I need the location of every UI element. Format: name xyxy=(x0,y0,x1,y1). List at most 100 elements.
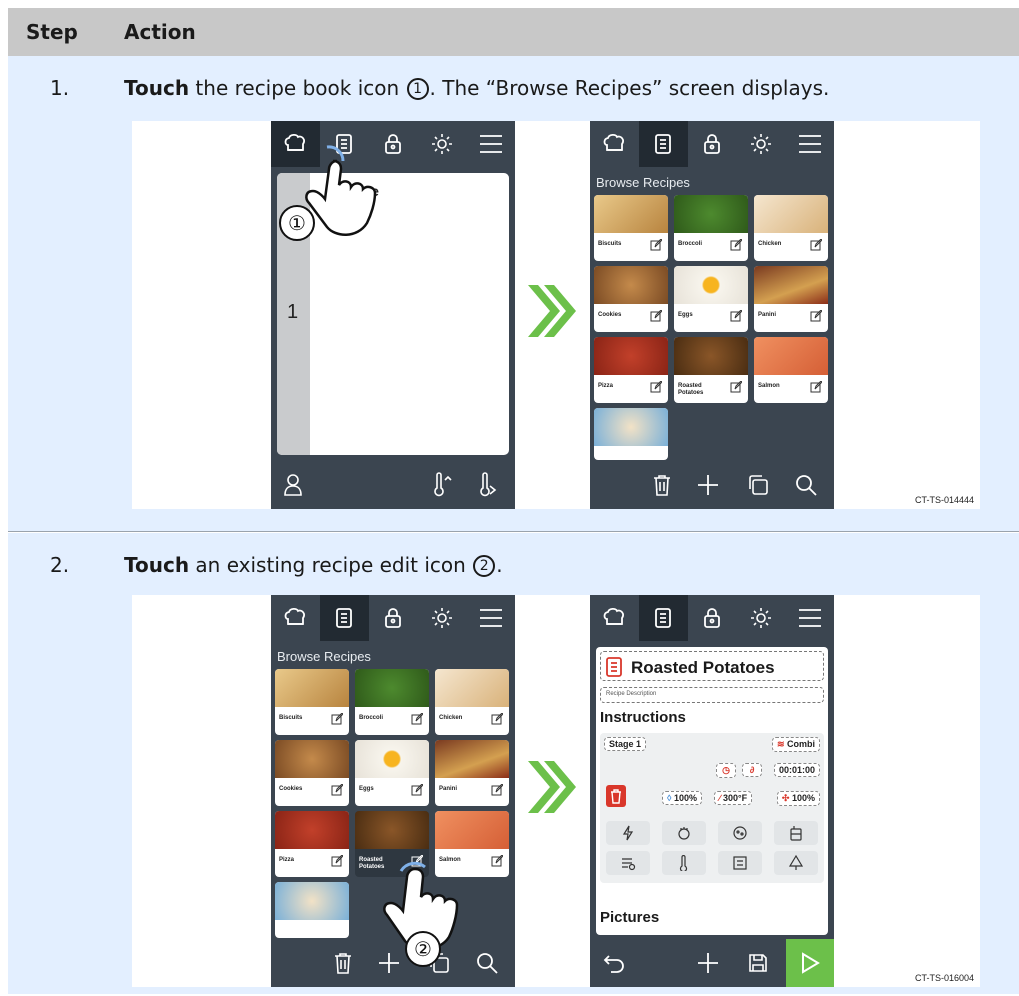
recipe-card[interactable]: Chicken xyxy=(435,669,509,735)
edit-icon[interactable] xyxy=(810,239,822,251)
steam-icon[interactable] xyxy=(662,821,706,845)
copy-icon[interactable] xyxy=(738,461,778,509)
recipe-card[interactable]: Panini xyxy=(435,740,509,806)
recipe-card[interactable]: Salmon xyxy=(754,337,828,403)
screen-available: 1 lable ① xyxy=(271,121,515,509)
mode-label[interactable]: ≋ Combi xyxy=(771,737,820,752)
callout-marker: 2 xyxy=(473,555,496,577)
brightness-icon[interactable] xyxy=(417,121,466,167)
tree-icon[interactable] xyxy=(774,851,818,875)
edit-icon[interactable] xyxy=(491,713,503,725)
description-placeholder: Recipe Description xyxy=(606,691,657,697)
lock-icon[interactable] xyxy=(369,595,418,641)
recipe-thumbnail xyxy=(594,408,668,446)
edit-icon[interactable] xyxy=(730,239,742,251)
menu-icon[interactable] xyxy=(785,121,834,167)
recipe-card[interactable]: Broccoli xyxy=(355,669,429,735)
recipe-book-icon[interactable] xyxy=(319,595,369,641)
humidity-field[interactable]: ◊ 100% xyxy=(662,791,702,805)
brown-icon[interactable] xyxy=(718,821,762,845)
recipe-card[interactable]: Eggs xyxy=(674,266,748,332)
figure-code: CT-TS-014444 xyxy=(914,495,974,505)
recipe-card[interactable]: Roasted Potatoes xyxy=(674,337,748,403)
user-icon[interactable] xyxy=(273,461,313,509)
recipe-title-field[interactable]: Roasted Potatoes xyxy=(600,651,824,681)
recipe-card[interactable]: Chicken xyxy=(754,195,828,261)
recipe-card[interactable]: Pizza xyxy=(594,337,668,403)
table-header: Step Action xyxy=(8,8,1019,56)
lock-icon[interactable] xyxy=(688,121,737,167)
recipe-card[interactable]: Cookies xyxy=(594,266,668,332)
menu-icon[interactable] xyxy=(785,595,834,641)
edit-icon[interactable] xyxy=(730,381,742,393)
recipe-card[interactable]: Pizza xyxy=(275,811,349,877)
save-icon[interactable] xyxy=(738,939,778,987)
edit-icon[interactable] xyxy=(491,855,503,867)
back-icon[interactable] xyxy=(594,939,634,987)
probe-mode-icon[interactable]: ∂ xyxy=(742,763,762,777)
edit-icon[interactable] xyxy=(331,855,343,867)
edit-icon[interactable] xyxy=(411,784,423,796)
recipe-card[interactable]: Cookies xyxy=(275,740,349,806)
edit-icon[interactable] xyxy=(650,239,662,251)
top-nav xyxy=(590,121,834,167)
bottom-nav xyxy=(271,461,515,509)
chef-hat-icon[interactable] xyxy=(590,595,639,641)
recipe-card[interactable]: Panini xyxy=(754,266,828,332)
stage-label[interactable]: Stage 1 xyxy=(604,737,647,751)
recipe-book-icon[interactable] xyxy=(638,121,688,167)
brightness-icon[interactable] xyxy=(417,595,466,641)
recipe-card[interactable]: Biscuits xyxy=(594,195,668,261)
probe-temp-icon[interactable] xyxy=(421,461,461,509)
time-field[interactable]: 00:01:00 xyxy=(773,763,820,777)
edit-icon[interactable] xyxy=(411,713,423,725)
edit-icon[interactable] xyxy=(650,381,662,393)
recipe-card[interactable] xyxy=(275,882,349,938)
probe-icon[interactable] xyxy=(467,461,507,509)
flash-icon[interactable] xyxy=(606,821,650,845)
pictures-heading: Pictures xyxy=(600,909,660,926)
search-icon[interactable] xyxy=(786,461,826,509)
edit-icon[interactable] xyxy=(810,381,822,393)
header-action: Action xyxy=(124,20,196,44)
temperature-field[interactable]: ∕ 300°F xyxy=(714,791,753,805)
callout-marker: 1 xyxy=(406,78,429,100)
recipe-book-icon[interactable] xyxy=(638,595,688,641)
timer-icon[interactable]: ◷ xyxy=(716,763,736,778)
edit-icon[interactable] xyxy=(491,784,503,796)
delete-stage-button[interactable] xyxy=(606,785,626,807)
temperature-value: 300°F xyxy=(723,793,748,803)
edit-icon[interactable] xyxy=(810,310,822,322)
trash-icon[interactable] xyxy=(323,939,363,987)
recipe-description-field[interactable]: Recipe Description xyxy=(600,687,824,703)
step-instruction: Touch the recipe book icon 1. The “Brows… xyxy=(124,76,829,100)
fan-field[interactable]: ✣ 100% xyxy=(776,791,820,806)
recipe-card[interactable]: Broccoli xyxy=(674,195,748,261)
door-icon[interactable] xyxy=(774,821,818,845)
edit-icon[interactable] xyxy=(331,713,343,725)
probe-icon[interactable] xyxy=(662,851,706,875)
edit-icon[interactable] xyxy=(730,310,742,322)
recipe-card[interactable]: Eggs xyxy=(355,740,429,806)
recipe-thumbnail xyxy=(355,740,429,778)
edit-recipe-panel: Roasted Potatoes Recipe Description Inst… xyxy=(596,647,828,935)
brightness-icon[interactable] xyxy=(736,121,785,167)
edit-icon[interactable] xyxy=(650,310,662,322)
chef-hat-icon[interactable] xyxy=(590,121,639,167)
menu-icon[interactable] xyxy=(466,121,515,167)
add-icon[interactable] xyxy=(688,939,728,987)
instructions-heading: Instructions xyxy=(600,709,686,726)
lock-icon[interactable] xyxy=(688,595,737,641)
menu-icon[interactable] xyxy=(466,595,515,641)
recipe-card[interactable] xyxy=(594,408,668,460)
brightness-icon[interactable] xyxy=(736,595,785,641)
add-icon[interactable] xyxy=(688,461,728,509)
trash-icon[interactable] xyxy=(642,461,682,509)
smoke-icon[interactable] xyxy=(606,851,650,875)
tray-icon[interactable] xyxy=(718,851,762,875)
edit-icon[interactable] xyxy=(331,784,343,796)
chef-hat-icon[interactable] xyxy=(271,595,320,641)
start-button[interactable] xyxy=(786,939,834,987)
callout-label: ② xyxy=(414,937,432,961)
recipe-card[interactable]: Biscuits xyxy=(275,669,349,735)
